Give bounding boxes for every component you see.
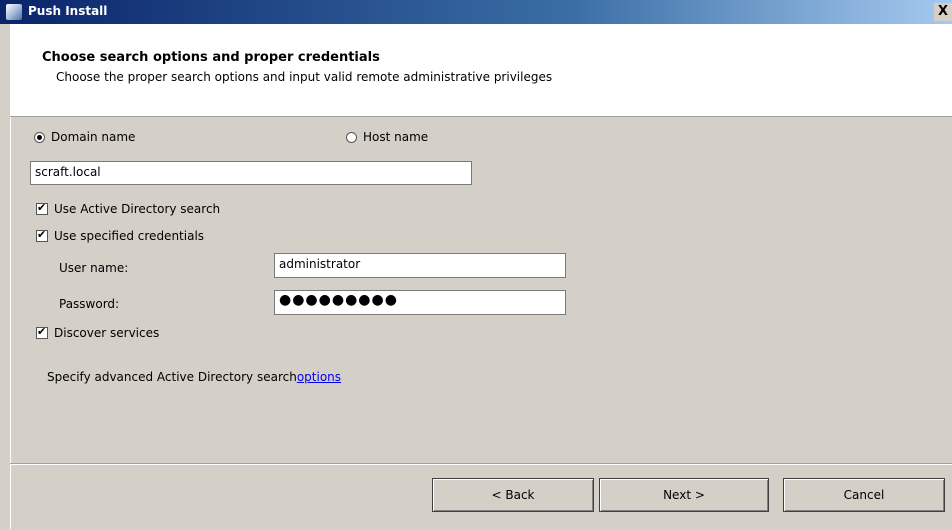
footer-separator	[10, 463, 952, 465]
domain-name-radio[interactable]: Domain name	[34, 130, 135, 144]
radio-selected-icon[interactable]	[34, 131, 45, 143]
host-name-label: Host name	[363, 130, 429, 144]
checkbox-checked-icon[interactable]	[36, 228, 48, 242]
domain-name-label: Domain name	[51, 130, 136, 144]
checkbox-checked-icon[interactable]	[36, 325, 48, 339]
discover-services-label: Discover services	[54, 326, 160, 340]
options-link[interactable]: options	[297, 370, 341, 384]
use-ad-search-label: Use Active Directory search	[54, 202, 221, 216]
user-name-label: User name:	[59, 261, 129, 275]
use-ad-search-checkbox[interactable]: Use Active Directory search	[36, 201, 221, 216]
next-button[interactable]: Next >	[599, 478, 769, 512]
close-icon[interactable]: X	[934, 3, 952, 21]
title-bar: Push Install X	[0, 0, 952, 24]
app-icon	[6, 4, 22, 20]
cancel-button[interactable]: Cancel	[783, 478, 945, 512]
password-label: Password:	[59, 297, 120, 311]
use-credentials-checkbox[interactable]: Use specified credentials	[36, 228, 205, 243]
page-title: Choose search options and proper credent…	[42, 50, 380, 65]
back-button[interactable]: < Back	[432, 478, 594, 512]
advanced-search-text: Specify advanced Active Directory search…	[47, 370, 341, 384]
domain-input[interactable]: scraft.local	[30, 161, 472, 185]
use-credentials-label: Use specified credentials	[54, 229, 205, 243]
password-input[interactable]: ●●●●●●●●●	[274, 290, 566, 315]
window-title: Push Install	[28, 4, 108, 18]
checkbox-checked-icon[interactable]	[36, 201, 48, 215]
user-name-input[interactable]: administrator	[274, 253, 566, 278]
wizard-header: Choose search options and proper credent…	[10, 24, 952, 117]
host-name-radio[interactable]: Host name	[346, 130, 428, 144]
advanced-search-label: Specify advanced Active Directory search	[47, 370, 297, 384]
discover-services-checkbox[interactable]: Discover services	[36, 325, 160, 340]
radio-unselected-icon[interactable]	[346, 131, 357, 143]
page-subtitle: Choose the proper search options and inp…	[56, 70, 553, 84]
